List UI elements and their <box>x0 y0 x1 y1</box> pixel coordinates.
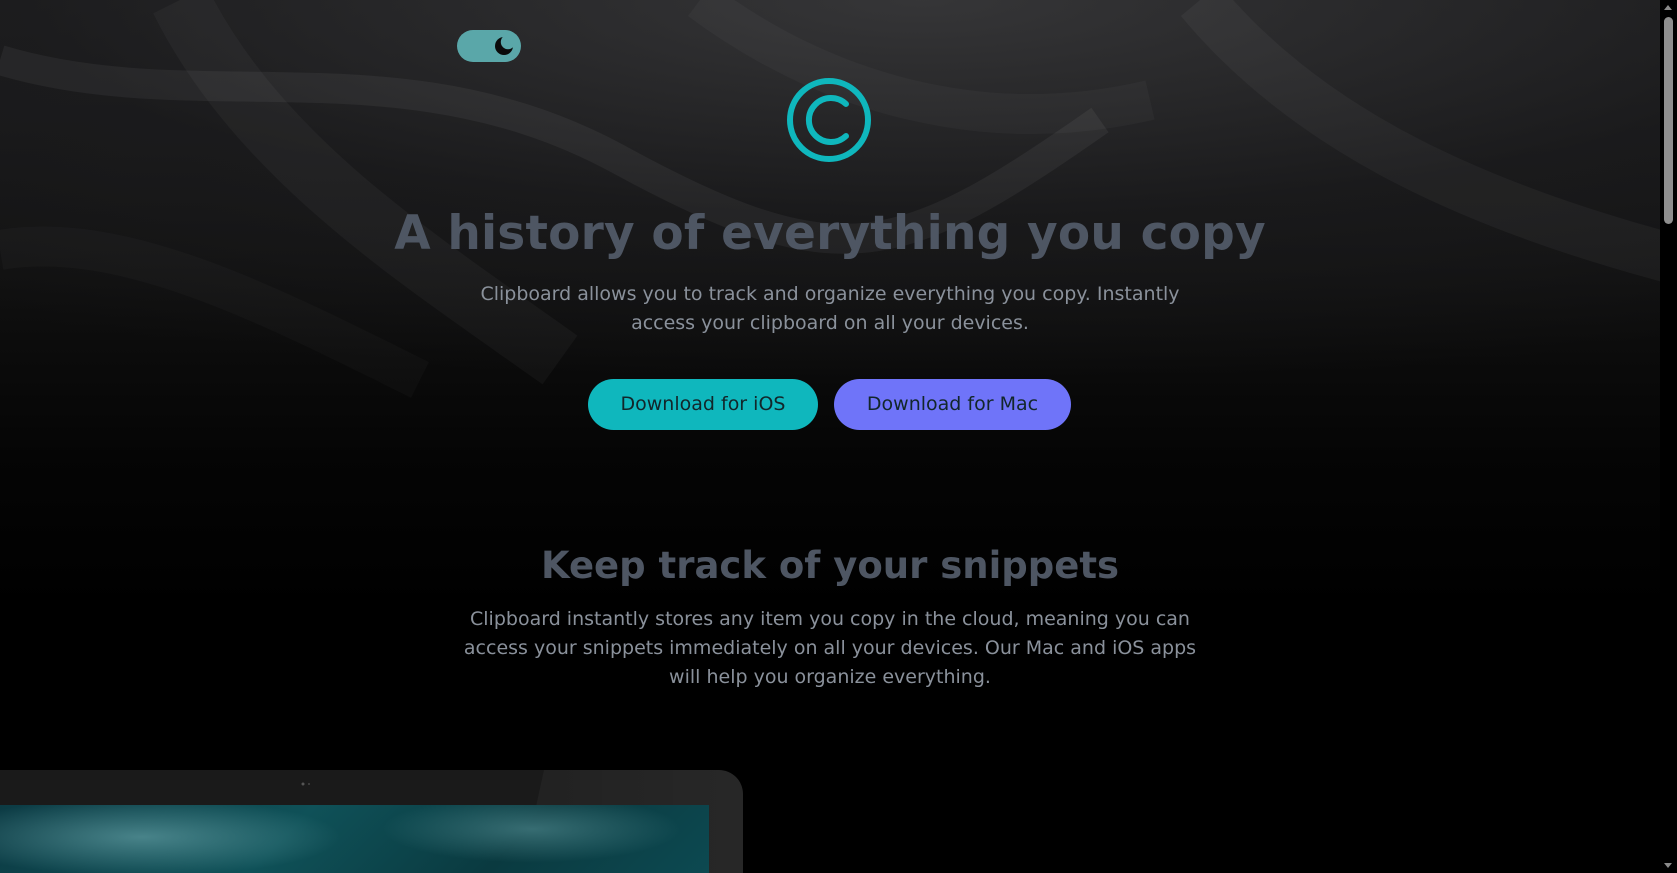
scroll-up-arrow-icon[interactable] <box>1664 5 1672 10</box>
clipboard-logo-icon <box>787 78 871 162</box>
laptop-screen-wallpaper <box>0 805 709 873</box>
download-mac-button[interactable]: Download for Mac <box>834 379 1071 430</box>
hero-subtitle: Clipboard allows you to track and organi… <box>480 283 1180 334</box>
moon-icon <box>495 36 514 55</box>
snippets-section-description: Clipboard instantly stores any item you … <box>463 608 1197 688</box>
camera-icon <box>301 782 310 786</box>
vertical-scrollbar[interactable] <box>1660 0 1677 873</box>
snippets-section-title: Keep track of your snippets <box>540 544 1120 587</box>
theme-toggle[interactable] <box>457 30 521 62</box>
download-ios-button[interactable]: Download for iOS <box>588 379 818 430</box>
laptop-mockup-image <box>0 770 743 873</box>
scroll-down-arrow-icon[interactable] <box>1664 863 1672 868</box>
hero-title: A history of everything you copy <box>394 206 1266 261</box>
scrollbar-thumb[interactable] <box>1664 17 1673 224</box>
landing-page: A history of everything you copy Clipboa… <box>0 0 1677 873</box>
